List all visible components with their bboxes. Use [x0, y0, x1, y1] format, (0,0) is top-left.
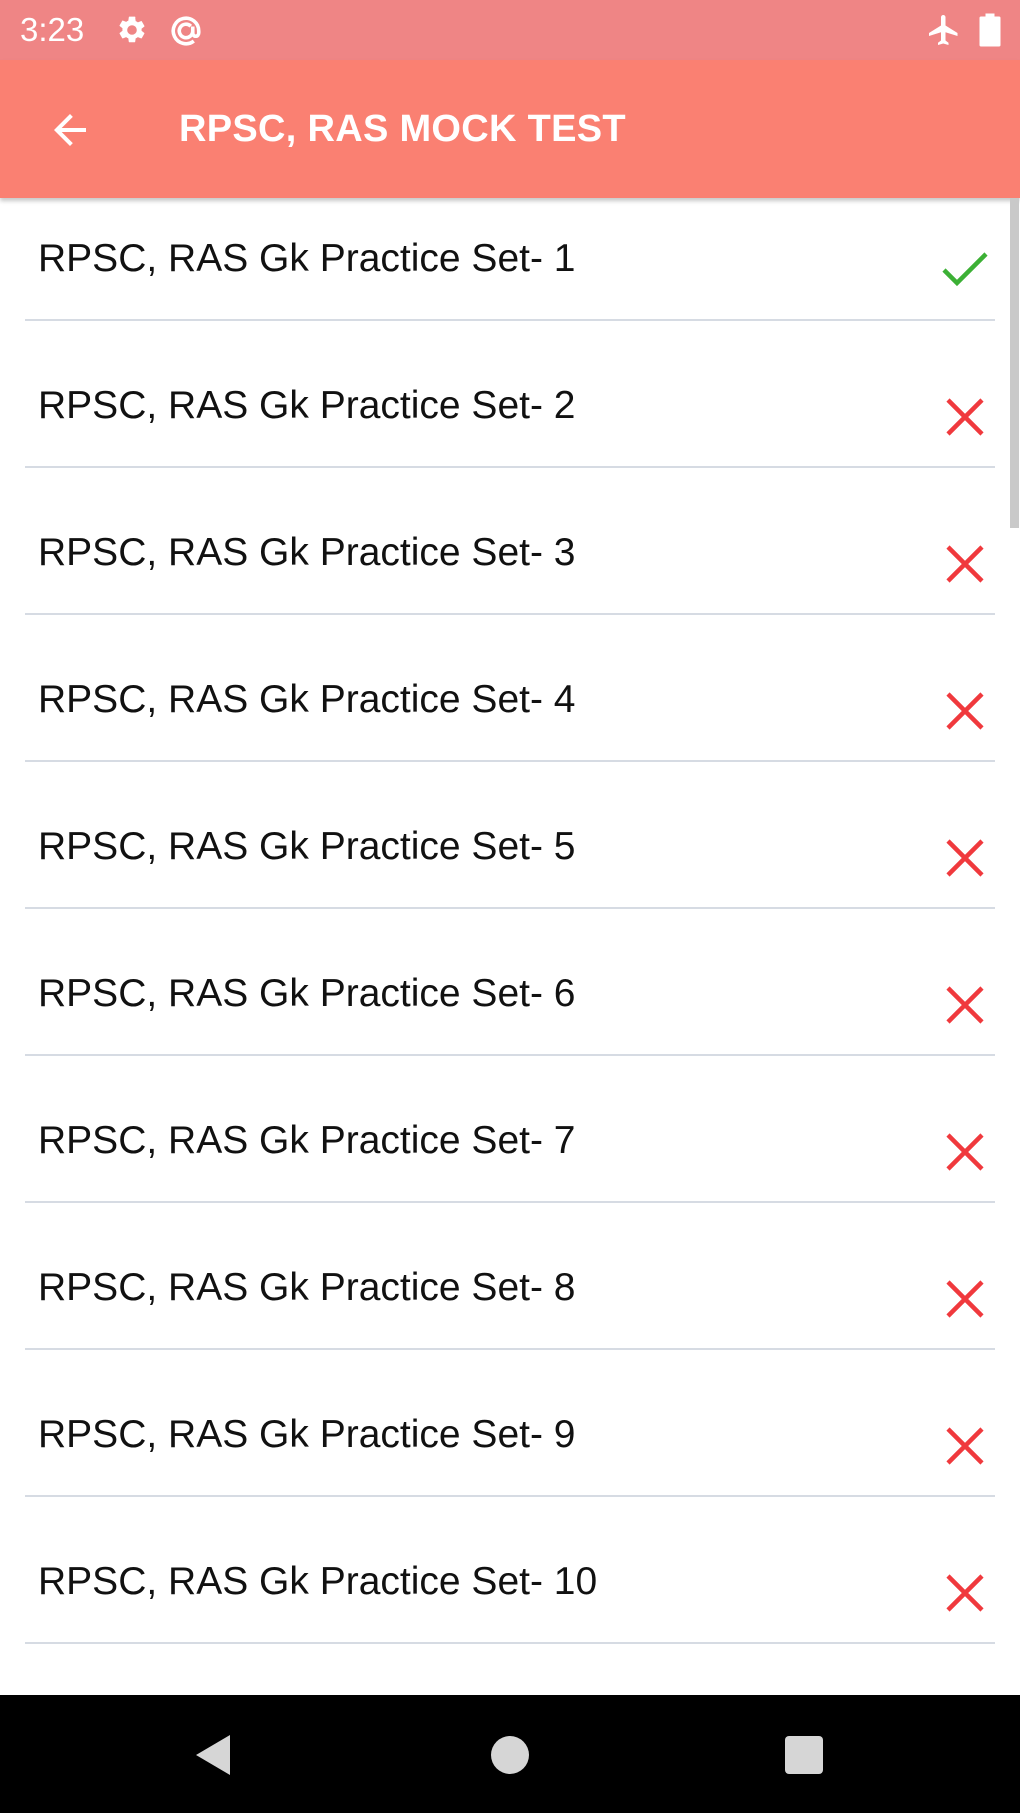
list-item-label: RPSC, RAS Gk Practice Set- 10 [38, 1560, 598, 1603]
home-circle-icon [491, 1736, 529, 1774]
close-icon [946, 1133, 984, 1171]
battery-icon [979, 13, 1001, 47]
back-triangle-icon [196, 1735, 230, 1775]
list-item[interactable]: RPSC, RAS Gk Practice Set- 7 [0, 1080, 1020, 1227]
list-item-label: RPSC, RAS Gk Practice Set- 2 [38, 384, 576, 427]
list-item[interactable]: RPSC, RAS Gk Practice Set- 10 [0, 1521, 1020, 1668]
page-title: RPSC, RAS MOCK TEST [179, 108, 626, 150]
close-icon [946, 1280, 984, 1318]
divider [25, 319, 995, 321]
list-item[interactable]: RPSC, RAS Gk Practice Set- 8 [0, 1227, 1020, 1374]
nav-home-button[interactable] [474, 1719, 546, 1791]
system-nav-bar [0, 1695, 1020, 1813]
arrow-back-icon [54, 114, 86, 146]
at-sign-icon [171, 16, 201, 46]
recents-square-icon [785, 1736, 823, 1774]
practice-set-list[interactable]: RPSC, RAS Gk Practice Set- 1 RPSC, RAS G… [0, 198, 1020, 1695]
nav-back-button[interactable] [178, 1719, 250, 1791]
divider [25, 466, 995, 468]
divider [25, 1348, 995, 1350]
divider [25, 1201, 995, 1203]
scrollbar[interactable] [1010, 198, 1019, 528]
list-item-label: RPSC, RAS Gk Practice Set- 5 [38, 825, 576, 868]
list-item-label: RPSC, RAS Gk Practice Set- 6 [38, 972, 576, 1015]
divider [25, 1054, 995, 1056]
gear-icon [119, 16, 145, 43]
close-icon [946, 398, 984, 436]
status-bar: 3:23 [0, 0, 1020, 60]
divider [25, 760, 995, 762]
list-item-label: RPSC, RAS Gk Practice Set- 9 [38, 1413, 576, 1456]
list-item-label: RPSC, RAS Gk Practice Set- 1 [38, 237, 576, 280]
nav-recents-button[interactable] [767, 1719, 839, 1791]
list-item-label: RPSC, RAS Gk Practice Set- 7 [38, 1119, 576, 1162]
close-icon [946, 986, 984, 1024]
check-icon [942, 252, 988, 287]
list-item[interactable]: RPSC, RAS Gk Practice Set- 4 [0, 639, 1020, 786]
list-item-label: RPSC, RAS Gk Practice Set- 3 [38, 531, 576, 574]
close-icon [946, 839, 984, 877]
list-item-label: RPSC, RAS Gk Practice Set- 4 [38, 678, 576, 721]
list-item-label: RPSC, RAS Gk Practice Set- 8 [38, 1266, 576, 1309]
app-bar: RPSC, RAS MOCK TEST [0, 60, 1020, 198]
divider [25, 1495, 995, 1497]
close-icon [946, 692, 984, 730]
list-item[interactable]: RPSC, RAS Gk Practice Set- 2 [0, 345, 1020, 492]
divider [25, 1642, 995, 1644]
back-button[interactable] [30, 90, 110, 170]
list-item[interactable]: RPSC, RAS Gk Practice Set- 1 [0, 198, 1020, 345]
airplane-icon [929, 15, 958, 45]
list-item[interactable]: RPSC, RAS Gk Practice Set- 3 [0, 492, 1020, 639]
close-icon [946, 545, 984, 583]
list-item[interactable]: RPSC, RAS Gk Practice Set- 6 [0, 933, 1020, 1080]
list-item[interactable]: RPSC, RAS Gk Practice Set- 9 [0, 1374, 1020, 1521]
close-icon [946, 1574, 984, 1612]
divider [25, 613, 995, 615]
divider [25, 907, 995, 909]
list-item[interactable]: RPSC, RAS Gk Practice Set- 5 [0, 786, 1020, 933]
status-time: 3:23 [20, 11, 85, 48]
close-icon [946, 1427, 984, 1465]
